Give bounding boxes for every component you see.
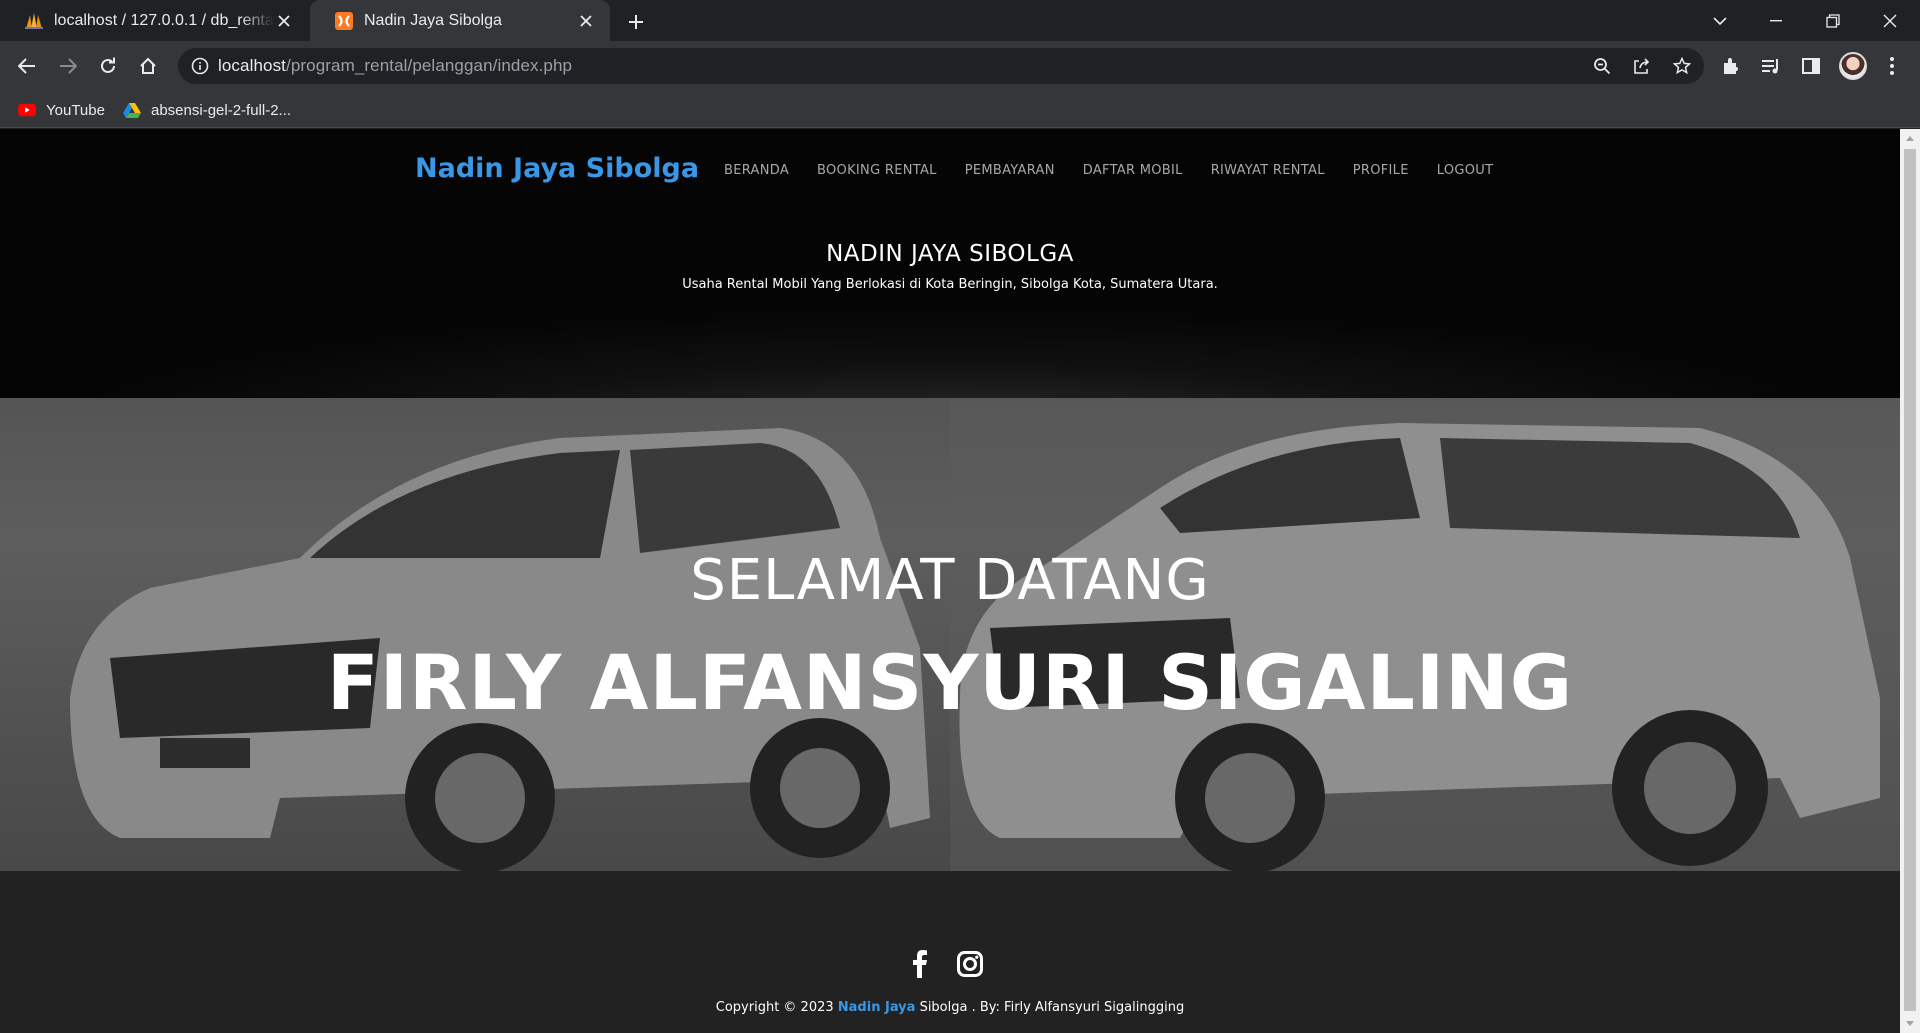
google-drive-icon [123, 101, 141, 119]
nav-beranda[interactable]: BERANDA [724, 163, 789, 178]
bookmark-label: YouTube [46, 101, 105, 119]
user-name-heading: FIRLY ALFANSYURI SIGALING [326, 638, 1574, 727]
page-viewport: Nadin Jaya Sibolga BERANDA BOOKING RENTA… [0, 129, 1900, 1033]
profile-avatar[interactable] [1839, 52, 1867, 80]
back-button[interactable] [11, 50, 43, 82]
page-subtitle: Usaha Rental Mobil Yang Berlokasi di Kot… [682, 277, 1218, 292]
social-links [905, 949, 985, 979]
site-header: Nadin Jaya Sibolga BERANDA BOOKING RENTA… [0, 129, 1900, 398]
welcome-heading: SELAMAT DATANG [690, 548, 1210, 613]
scroll-down-icon[interactable] [1900, 1015, 1920, 1033]
url-text: localhost/program_rental/pelanggan/index… [218, 56, 573, 75]
side-panel-icon[interactable] [1799, 54, 1823, 78]
scroll-up-icon[interactable] [1900, 129, 1920, 147]
scrollbar-thumb[interactable] [1904, 149, 1916, 1011]
zoom-icon[interactable] [1592, 56, 1612, 76]
hero-banner: SELAMAT DATANG FIRLY ALFANSYURI SIGALING [0, 398, 1900, 871]
page-title: NADIN JAYA SIBOLGA [826, 241, 1074, 267]
instagram-icon[interactable] [955, 949, 985, 979]
bookmarks-bar: YouTube absensi-gel-2-full-2... [0, 91, 1920, 128]
tab-search-icon[interactable] [1692, 0, 1748, 41]
footer-brand-link[interactable]: Nadin Jaya [838, 1000, 916, 1015]
bookmark-absensi[interactable]: absensi-gel-2-full-2... [115, 97, 299, 123]
page-scrollbar[interactable] [1900, 129, 1920, 1033]
close-window-button[interactable] [1862, 0, 1918, 41]
share-icon[interactable] [1632, 56, 1652, 76]
restore-button[interactable] [1805, 0, 1861, 41]
nav-riwayat-rental[interactable]: RIWAYAT RENTAL [1211, 163, 1325, 178]
site-info-icon[interactable] [190, 56, 210, 76]
tab-title: localhost / 127.0.0.1 / db_rental / [54, 11, 274, 29]
nav-logout[interactable]: LOGOUT [1437, 163, 1494, 178]
reload-button[interactable] [92, 50, 124, 82]
tab-phpmyadmin[interactable]: localhost / 127.0.0.1 / db_rental / [0, 0, 308, 41]
xampp-icon [334, 11, 354, 31]
media-control-icon[interactable] [1759, 54, 1783, 78]
tab-nadin-jaya[interactable]: Nadin Jaya Sibolga [310, 0, 610, 41]
youtube-icon [18, 101, 36, 119]
phpmyadmin-icon [24, 11, 44, 31]
nav-profile[interactable]: PROFILE [1353, 163, 1409, 178]
close-icon[interactable] [576, 11, 596, 31]
menu-kebab-icon[interactable] [1880, 54, 1904, 78]
bookmark-star-icon[interactable] [1672, 56, 1692, 76]
extensions-icon[interactable] [1719, 54, 1743, 78]
browser-toolbar: localhost/program_rental/pelanggan/index… [0, 41, 1920, 91]
new-tab-button[interactable] [622, 8, 650, 36]
minimize-button[interactable] [1748, 0, 1804, 41]
close-icon[interactable] [274, 11, 294, 31]
home-button[interactable] [132, 50, 164, 82]
copyright-text: Copyright © 2023 Nadin Jaya Sibolga . By… [715, 1000, 1185, 1015]
facebook-icon[interactable] [905, 949, 935, 979]
hero-overlay [0, 398, 1900, 871]
forward-button[interactable] [52, 50, 84, 82]
address-bar[interactable]: localhost/program_rental/pelanggan/index… [178, 48, 1704, 84]
site-brand[interactable]: Nadin Jaya Sibolga [415, 153, 699, 184]
nav-pembayaran[interactable]: PEMBAYARAN [965, 163, 1055, 178]
tab-title: Nadin Jaya Sibolga [364, 11, 502, 29]
nav-booking-rental[interactable]: BOOKING RENTAL [817, 163, 937, 178]
main-nav: BERANDA BOOKING RENTAL PEMBAYARAN DAFTAR… [724, 163, 1521, 178]
bookmark-youtube[interactable]: YouTube [10, 97, 113, 123]
tab-strip: localhost / 127.0.0.1 / db_rental / Nadi… [0, 0, 1920, 41]
site-footer: Copyright © 2023 Nadin Jaya Sibolga . By… [0, 871, 1900, 1033]
bookmark-label: absensi-gel-2-full-2... [151, 101, 292, 119]
nav-daftar-mobil[interactable]: DAFTAR MOBIL [1083, 163, 1183, 178]
